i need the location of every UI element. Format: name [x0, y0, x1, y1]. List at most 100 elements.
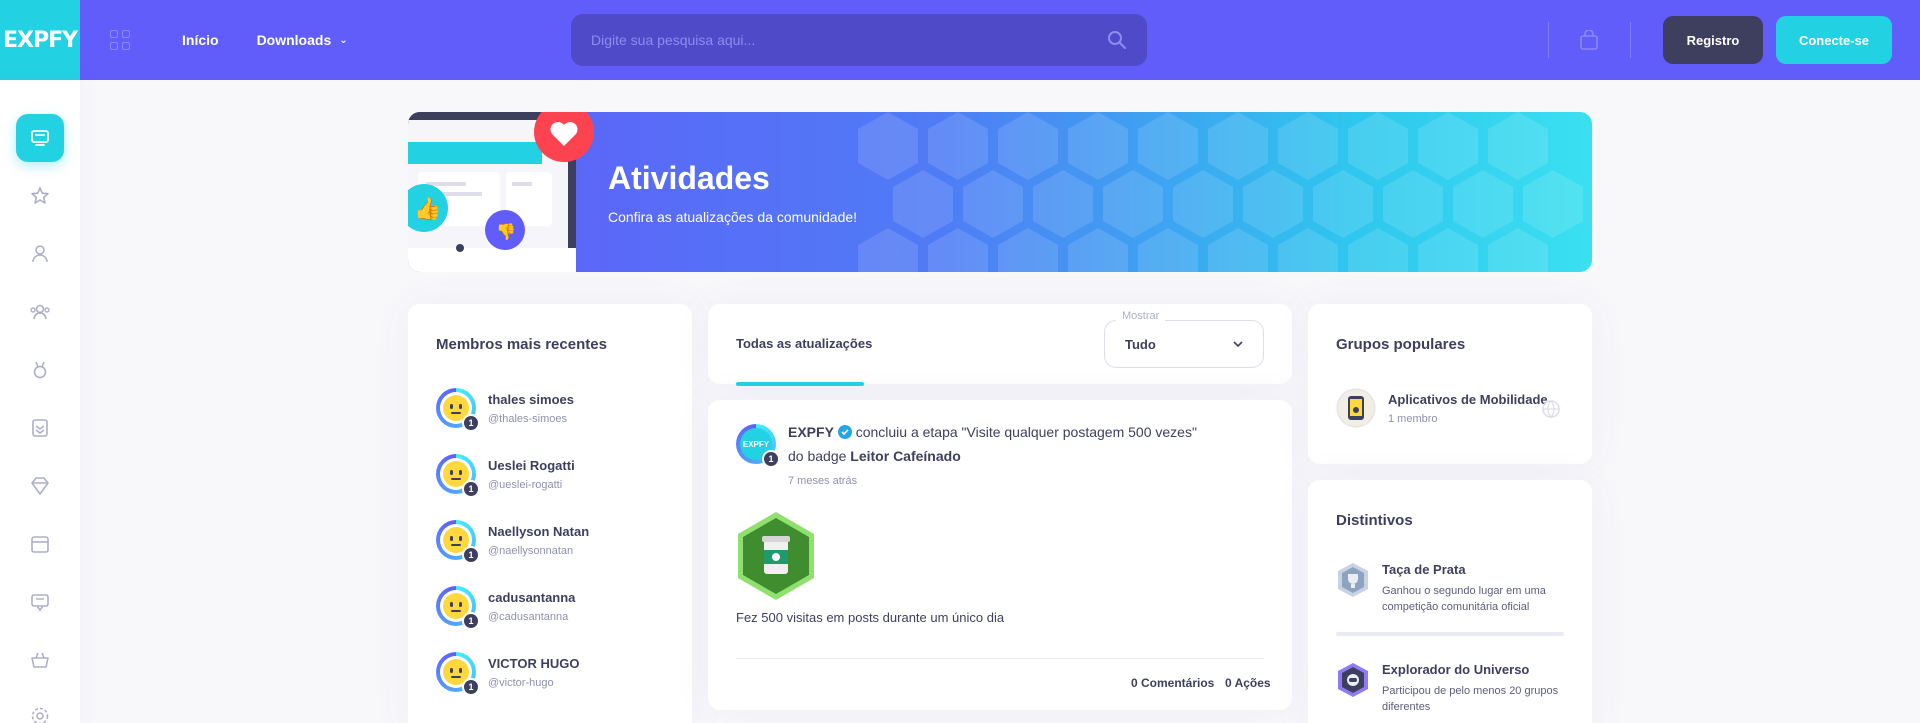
popular-groups-card: Grupos populares Aplicativos de Mobilida… — [1308, 304, 1592, 464]
filter-select-label: Mostrar — [1116, 310, 1166, 322]
page-subtitle: Confira as atualizações da comunidade! — [608, 209, 858, 225]
globe-icon — [1542, 400, 1560, 418]
friends-icon — [30, 304, 50, 320]
recent-members-title: Membros mais recentes — [436, 336, 607, 353]
sidebar-item-marketplace[interactable] — [16, 636, 64, 684]
sidebar-item-overview[interactable] — [16, 172, 64, 220]
group-name[interactable]: Aplicativos de Mobilidade — [1388, 392, 1548, 407]
chevron-down-icon — [1233, 341, 1243, 347]
calendar-icon — [31, 536, 49, 553]
member-item[interactable]: 1 Ueslei Rogatti @ueslei-rogatti — [436, 454, 575, 498]
coffee-badge-icon — [738, 512, 814, 600]
badge-description: Participou de pelo menos 20 grupos difer… — [1382, 685, 1559, 713]
post-badge-name[interactable]: Leitor Cafeínado — [850, 448, 960, 464]
group-avatar[interactable] — [1336, 388, 1376, 428]
nav-downloads-label: Downloads — [256, 32, 332, 48]
sidebar-item-groups[interactable] — [16, 288, 64, 336]
post-badge-prefix: do badge — [788, 448, 847, 464]
member-item[interactable]: 1 Naellyson Natan @naellysonnatan — [436, 520, 589, 564]
nav-inicio[interactable]: Início — [182, 32, 219, 48]
badges-card: Distintivos Taça de Prata Ganhou o segun… — [1308, 480, 1592, 723]
level-badge: 1 — [762, 450, 780, 468]
badge-name: Explorador do Universo — [1382, 662, 1530, 677]
member-item[interactable]: 1 VICTOR HUGO @victor-hugo — [436, 652, 580, 696]
sidebar-item-members[interactable] — [16, 230, 64, 278]
heart-icon — [534, 112, 594, 162]
shares-count[interactable]: 0 Ações — [1225, 676, 1271, 690]
basket-icon — [31, 652, 49, 668]
member-name[interactable]: cadusantanna — [488, 590, 575, 605]
page-title: Atividades — [608, 160, 770, 196]
sidebar-item-newsfeed[interactable] — [16, 114, 64, 162]
member-handle: @naellysonnatan — [488, 544, 574, 557]
filter-select-value: Tudo — [1125, 336, 1156, 352]
post-action: concluiu a etapa "Visite qualquer postag… — [855, 424, 1197, 440]
post-author[interactable]: EXPFY — [788, 424, 834, 440]
group-members: 1 membro — [1388, 412, 1438, 425]
level-badge: 1 — [462, 480, 480, 498]
filter-select[interactable]: Tudo — [1104, 320, 1264, 368]
avatar[interactable]: EXPFY 1 — [736, 424, 780, 468]
avatar[interactable]: 1 — [436, 388, 480, 432]
nav-inicio-label: Início — [182, 32, 219, 48]
group-item[interactable]: Aplicativos de Mobilidade 1 membro — [1336, 388, 1548, 428]
sidebar-item-events[interactable] — [16, 520, 64, 568]
shopping-bag-icon[interactable] — [1580, 30, 1598, 50]
badge-item[interactable]: Explorador do Universo Participou de pel… — [1336, 662, 1572, 715]
badge-divider — [1336, 632, 1564, 636]
apps-grid-icon[interactable] — [110, 30, 130, 50]
settings-icon — [31, 707, 49, 723]
search-icon[interactable] — [1107, 30, 1127, 50]
silver-cup-badge-icon — [1338, 563, 1368, 597]
level-badge: 1 — [462, 414, 480, 432]
sidebar-item-forums[interactable] — [16, 578, 64, 626]
login-button[interactable]: Conecte-se — [1776, 16, 1892, 64]
sidebar-item-credits[interactable] — [16, 462, 64, 510]
member-handle: @thales-simoes — [488, 412, 568, 425]
medal-icon — [33, 361, 47, 379]
feed-filter-card: Todas as atualizações Tudo Mostrar — [708, 304, 1292, 386]
site-logo[interactable]: EXPFY — [0, 0, 80, 80]
avatar[interactable]: 1 — [436, 652, 480, 696]
member-name[interactable]: thales simoes — [488, 392, 574, 407]
member-name[interactable]: VICTOR HUGO — [488, 656, 580, 671]
comments-count[interactable]: 0 Comentários — [1131, 676, 1214, 690]
badge-item[interactable]: Taça de Prata Ganhou o segundo lugar em … — [1336, 562, 1572, 615]
activity-post-card: EXPFY 1 EXPFY concluiu a etapa "Visite q… — [708, 400, 1292, 710]
post-description: Fez 500 visitas em posts durante um únic… — [736, 610, 1005, 625]
avatar[interactable]: 1 — [436, 454, 480, 498]
post-text: EXPFY concluiu a etapa "Visite qualquer … — [788, 420, 1268, 468]
search-input[interactable] — [591, 32, 1107, 48]
avatar[interactable]: 1 — [436, 586, 480, 630]
badge-description: Ganhou o segundo lugar em uma competição… — [1382, 585, 1546, 613]
avatar[interactable]: 1 — [436, 520, 480, 564]
user-icon — [32, 245, 48, 263]
member-name[interactable]: Ueslei Rogatti — [488, 458, 575, 473]
member-handle: @victor-hugo — [488, 676, 554, 689]
svg-text:👍: 👍 — [414, 196, 441, 222]
layers-icon — [32, 419, 48, 437]
diamond-icon — [31, 477, 49, 495]
svg-text:👎: 👎 — [496, 222, 516, 241]
sidebar-item-quests[interactable] — [16, 404, 64, 452]
recent-members-card: Membros mais recentes 1 thales simoes @th… — [408, 304, 692, 723]
tab-all-updates[interactable]: Todas as atualizações — [736, 336, 872, 351]
member-item[interactable]: 1 thales simoes @thales-simoes — [436, 388, 574, 432]
activity-banner: 👍 👎 — [408, 112, 1592, 272]
level-badge: 1 — [462, 612, 480, 630]
member-handle: @ueslei-rogatti — [488, 478, 563, 491]
universe-explorer-badge-icon — [1338, 663, 1368, 697]
header-divider — [1548, 22, 1549, 58]
sidebar-item-badges[interactable] — [16, 346, 64, 394]
left-sidebar — [0, 80, 80, 723]
register-button[interactable]: Registro — [1663, 16, 1763, 64]
search-bar — [571, 14, 1147, 66]
tab-active-indicator — [736, 382, 864, 386]
header-divider — [1630, 22, 1631, 58]
sidebar-item-settings[interactable] — [16, 692, 64, 723]
member-item[interactable]: 1 cadusantanna @cadusantanna — [436, 586, 575, 630]
nav-downloads[interactable]: Downloads ⌄ — [257, 32, 348, 48]
member-name[interactable]: Naellyson Natan — [488, 524, 589, 539]
chevron-down-icon: ⌄ — [339, 34, 348, 46]
top-header: EXPFY Início Downloads ⌄ Registro Conect… — [0, 0, 1920, 80]
